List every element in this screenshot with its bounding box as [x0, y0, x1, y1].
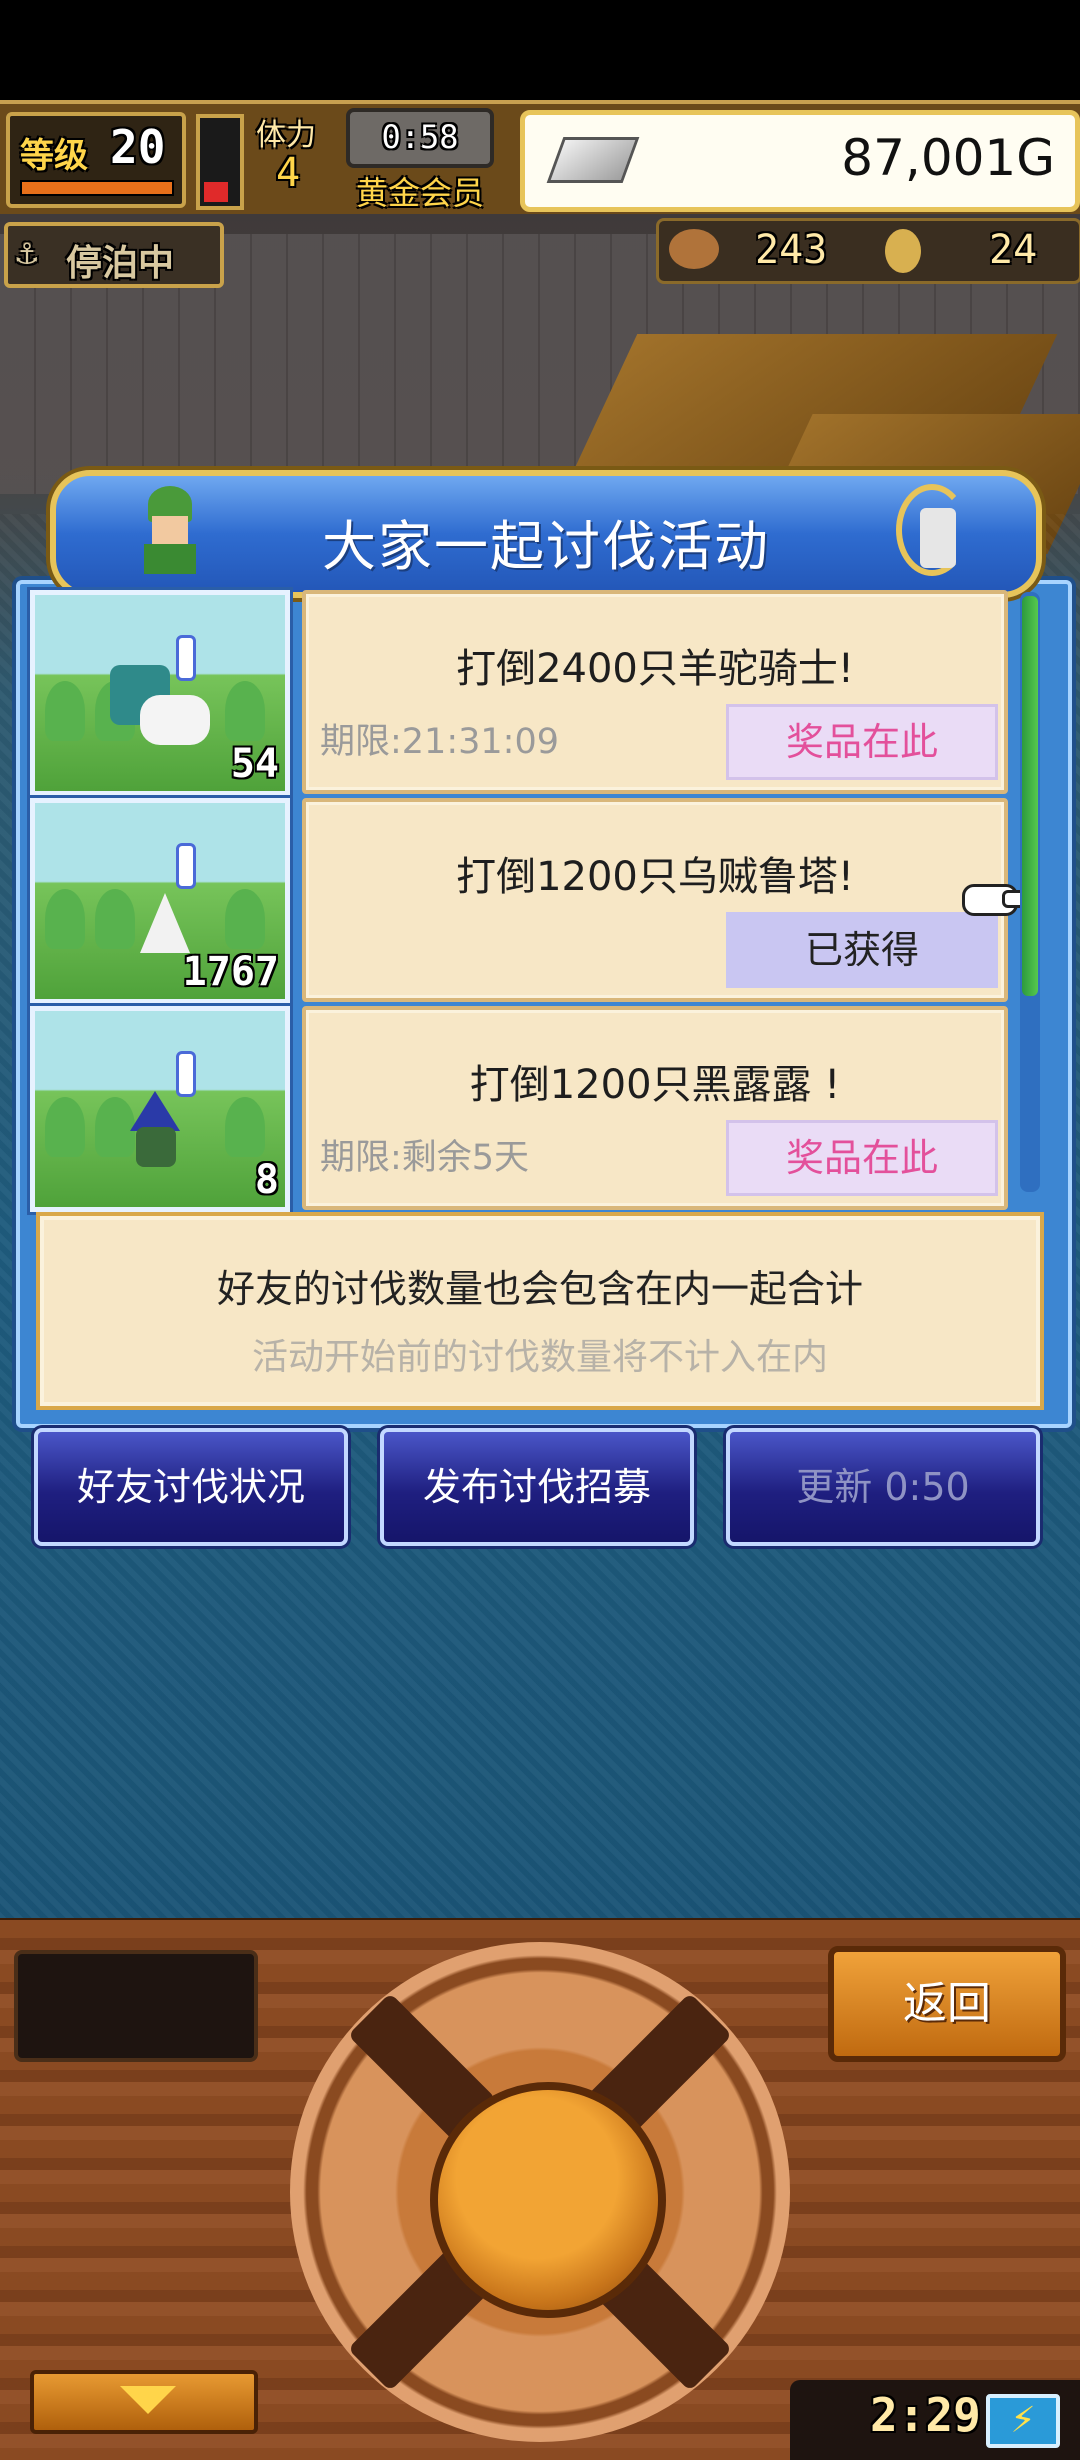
- defeat-count: 8: [254, 1157, 279, 1203]
- quest-time-limit: 期限:21:31:09: [320, 722, 559, 762]
- prize-button[interactable]: 奖品在此: [726, 704, 998, 780]
- quest-target: 打倒1200只黑露露 !: [469, 1062, 841, 1108]
- stamina-label: 体力: [256, 118, 316, 153]
- quest-card: 打倒1200只黑露露 ! 期限:剩余5天 奖品在此: [302, 1006, 1008, 1210]
- clock-box: 2:29 ⚡: [790, 2380, 1080, 2460]
- back-button[interactable]: 返回: [828, 1946, 1066, 2062]
- quest-time-limit: 期限:剩余5天: [320, 1138, 530, 1178]
- resources-box: 243 24: [656, 218, 1080, 284]
- mini-screen: [14, 1950, 258, 2062]
- defeat-count: 54: [230, 741, 279, 787]
- dock-status-text: 停泊中: [66, 243, 175, 284]
- info-box: 好友的讨伐数量也会包含在内一起合计 活动开始前的讨伐数量将不计入在内: [36, 1212, 1044, 1410]
- black-lulu-sprite: [110, 1051, 210, 1171]
- monster-thumbnail: 8: [30, 1006, 290, 1212]
- monster-thumbnail: 54: [30, 590, 290, 796]
- monster-thumbnail: 1767: [30, 798, 290, 1004]
- wood-icon: [669, 229, 719, 269]
- stamina-value: 4: [276, 150, 301, 196]
- level-box: 等级 20: [6, 112, 186, 208]
- quest-target: 打倒1200只乌贼鲁塔!: [456, 854, 854, 900]
- menu-toggle-button[interactable]: [30, 2370, 258, 2434]
- dock-status-box: ⚓ 停泊中: [4, 222, 224, 288]
- quest-card: 打倒1200只乌贼鲁塔! 已获得: [302, 798, 1008, 1002]
- resource1-value: 243: [755, 227, 828, 273]
- scrollbar-thumb[interactable]: [1022, 596, 1038, 996]
- recruit-button[interactable]: 发布讨伐招募: [380, 1428, 694, 1546]
- refresh-button[interactable]: 更新 0:50: [726, 1428, 1040, 1546]
- battery-icon: ⚡: [986, 2394, 1060, 2448]
- friends-status-button[interactable]: 好友讨伐状况: [34, 1428, 348, 1546]
- level-label: 等级: [20, 136, 88, 176]
- archer-icon: [886, 484, 968, 578]
- defeat-count: 1767: [182, 949, 279, 995]
- clock-text: 2:29: [870, 2388, 981, 2442]
- info-sub-text: 活动开始前的讨伐数量将不计入在内: [251, 1337, 828, 1378]
- level-value: 20: [110, 120, 166, 174]
- chevron-down-icon: [120, 2386, 176, 2414]
- anchor-icon: ⚓: [16, 232, 38, 273]
- quest-row[interactable]: 1767 打倒1200只乌贼鲁塔! 已获得: [30, 798, 1040, 1004]
- quest-target: 打倒2400只羊驼骑士!: [456, 646, 854, 692]
- exp-bar: [20, 180, 174, 196]
- dpad-center-button[interactable]: [430, 2082, 666, 2318]
- quest-card: 打倒2400只羊驼骑士! 期限:21:31:09 奖品在此: [302, 590, 1008, 794]
- soldier-icon: [134, 486, 204, 576]
- event-title-bar: 大家一起讨伐活动: [50, 470, 1042, 598]
- info-main-text: 好友的讨伐数量也会包含在内一起合计: [216, 1267, 863, 1311]
- quest-row[interactable]: 54 打倒2400只羊驼骑士! 期限:21:31:09 奖品在此: [30, 590, 1008, 796]
- gold-amount: 87,001G: [841, 129, 1055, 187]
- coin-icon: [885, 229, 921, 273]
- alpaca-knight-sprite: [110, 635, 210, 755]
- hud-bar: 等级 20 体力 4 0:58 黄金会员 87,001G: [0, 100, 1080, 218]
- prize-button[interactable]: 奖品在此: [726, 1120, 998, 1196]
- squid-sprite: [110, 843, 210, 963]
- timer-text: 0:58: [381, 118, 459, 156]
- hp-gauge: [196, 114, 244, 210]
- timer-box: 0:58: [346, 108, 494, 168]
- resource2-value: 24: [989, 227, 1038, 273]
- membership-badge: 黄金会员: [356, 174, 485, 212]
- quest-row[interactable]: 8 打倒1200只黑露露 ! 期限:剩余5天 奖品在此: [30, 1006, 1008, 1212]
- prize-obtained-button[interactable]: 已获得: [726, 912, 998, 988]
- silver-bar-icon: [546, 137, 640, 183]
- gold-box: 87,001G: [520, 110, 1080, 212]
- status-bar-area: [0, 0, 1080, 100]
